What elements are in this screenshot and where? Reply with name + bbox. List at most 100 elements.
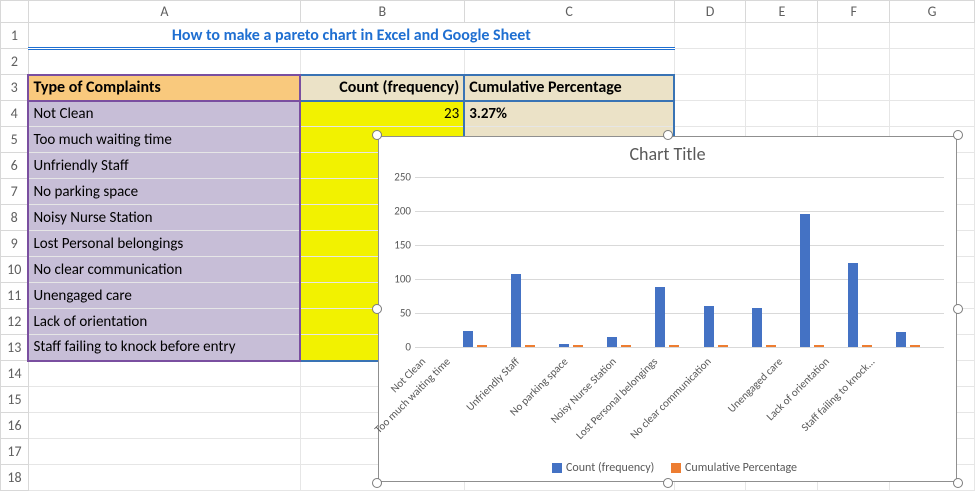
resize-handle-tl[interactable] bbox=[372, 130, 382, 140]
bar-count[interactable] bbox=[896, 332, 906, 347]
col-header-C[interactable]: C bbox=[464, 1, 674, 23]
row-header-15[interactable]: 15 bbox=[1, 387, 29, 413]
cell-A10[interactable]: No clear communication bbox=[28, 257, 300, 283]
cell-F2[interactable] bbox=[818, 49, 890, 75]
row-header-10[interactable]: 10 bbox=[1, 257, 29, 283]
row-header-16[interactable]: 16 bbox=[1, 413, 29, 439]
cell-A6[interactable]: Unfriendly Staff bbox=[28, 153, 300, 179]
bar-cum[interactable] bbox=[573, 345, 583, 347]
row-header-1[interactable]: 1 bbox=[1, 23, 29, 49]
cell-A12[interactable]: Lack of orientation bbox=[28, 309, 300, 335]
cell-A16[interactable] bbox=[28, 413, 300, 439]
resize-handle-ml[interactable] bbox=[372, 304, 382, 314]
resize-handle-bl[interactable] bbox=[372, 478, 382, 488]
cell-C4[interactable]: 3.27% bbox=[464, 101, 674, 127]
bar-count[interactable] bbox=[463, 331, 473, 347]
bar-count[interactable] bbox=[607, 337, 617, 347]
bar-count[interactable] bbox=[800, 214, 810, 347]
cell-A14[interactable] bbox=[28, 361, 300, 387]
cell-A9[interactable]: Lost Personal belongings bbox=[28, 231, 300, 257]
cell-G4[interactable] bbox=[890, 101, 975, 127]
bar-count[interactable] bbox=[559, 344, 569, 347]
resize-handle-mt[interactable] bbox=[663, 130, 673, 140]
row-header-8[interactable]: 8 bbox=[1, 205, 29, 231]
cell-F4[interactable] bbox=[818, 101, 890, 127]
bar-count[interactable] bbox=[511, 274, 521, 347]
cell-G2[interactable] bbox=[890, 49, 975, 75]
row-header-12[interactable]: 12 bbox=[1, 309, 29, 335]
bar-cum[interactable] bbox=[718, 345, 728, 347]
cell-G1[interactable] bbox=[890, 23, 975, 49]
bar-cum[interactable] bbox=[477, 345, 487, 347]
cell-B3[interactable]: Count (frequency) bbox=[300, 75, 464, 101]
sheet-title[interactable]: How to make a pareto chart in Excel and … bbox=[28, 23, 674, 49]
col-header-G[interactable]: G bbox=[890, 1, 975, 23]
cell-A11[interactable]: Unengaged care bbox=[28, 283, 300, 309]
cell-E4[interactable] bbox=[746, 101, 818, 127]
chart-box[interactable]: Chart Title 050100150200250 Not CleanToo… bbox=[378, 136, 957, 482]
row-header-18[interactable]: 18 bbox=[1, 465, 29, 491]
chart-legend[interactable]: Count (frequency) Cumulative Percentage bbox=[379, 461, 956, 475]
row-header-17[interactable]: 17 bbox=[1, 439, 29, 465]
resize-handle-br[interactable] bbox=[953, 478, 963, 488]
col-header-A[interactable]: A bbox=[28, 1, 300, 23]
cell-A4[interactable]: Not Clean bbox=[28, 101, 300, 127]
row-header-4[interactable]: 4 bbox=[1, 101, 29, 127]
bar-count[interactable] bbox=[704, 306, 714, 347]
select-all-corner[interactable] bbox=[1, 1, 29, 23]
cell-E1[interactable] bbox=[746, 23, 818, 49]
cell-D3[interactable] bbox=[674, 75, 746, 101]
bar-cum[interactable] bbox=[862, 345, 872, 347]
cell-D2[interactable] bbox=[674, 49, 746, 75]
cell-E2[interactable] bbox=[746, 49, 818, 75]
cell-C2[interactable] bbox=[464, 49, 674, 75]
chart-object[interactable]: Chart Title 050100150200250 Not CleanToo… bbox=[370, 128, 965, 490]
cell-B4[interactable]: 23 bbox=[300, 101, 464, 127]
bar-cum[interactable] bbox=[814, 345, 824, 347]
col-header-B[interactable]: B bbox=[300, 1, 464, 23]
cell-A3[interactable]: Type of Complaints bbox=[28, 75, 300, 101]
cell-G3[interactable] bbox=[890, 75, 975, 101]
cell-C3[interactable]: Cumulative Percentage bbox=[464, 75, 674, 101]
row-header-7[interactable]: 7 bbox=[1, 179, 29, 205]
legend-label-count: Count (frequency) bbox=[566, 461, 654, 475]
col-header-F[interactable]: F bbox=[818, 1, 890, 23]
cell-E3[interactable] bbox=[746, 75, 818, 101]
cell-F1[interactable] bbox=[818, 23, 890, 49]
row-header-9[interactable]: 9 bbox=[1, 231, 29, 257]
bar-cum[interactable] bbox=[525, 345, 535, 347]
cell-D1[interactable] bbox=[674, 23, 746, 49]
col-header-E[interactable]: E bbox=[746, 1, 818, 23]
cell-A15[interactable] bbox=[28, 387, 300, 413]
cell-A5[interactable]: Too much waiting time bbox=[28, 127, 300, 153]
resize-handle-mb[interactable] bbox=[663, 478, 673, 488]
cell-A8[interactable]: Noisy Nurse Station bbox=[28, 205, 300, 231]
row-header-6[interactable]: 6 bbox=[1, 153, 29, 179]
bar-cum[interactable] bbox=[621, 345, 631, 347]
row-header-13[interactable]: 13 bbox=[1, 335, 29, 361]
bar-cum[interactable] bbox=[910, 345, 920, 347]
bar-count[interactable] bbox=[752, 308, 762, 347]
cell-A7[interactable]: No parking space bbox=[28, 179, 300, 205]
row-header-3[interactable]: 3 bbox=[1, 75, 29, 101]
cell-F3[interactable] bbox=[818, 75, 890, 101]
chart-title[interactable]: Chart Title bbox=[379, 137, 956, 167]
cell-A13[interactable]: Staff failing to knock before entry bbox=[28, 335, 300, 361]
bar-cum[interactable] bbox=[766, 345, 776, 347]
cell-B2[interactable] bbox=[300, 49, 464, 75]
row-header-2[interactable]: 2 bbox=[1, 49, 29, 75]
bar-count[interactable] bbox=[655, 287, 665, 347]
resize-handle-mr[interactable] bbox=[953, 304, 963, 314]
row-header-11[interactable]: 11 bbox=[1, 283, 29, 309]
cell-A2[interactable] bbox=[28, 49, 300, 75]
cell-D4[interactable] bbox=[674, 101, 746, 127]
chart-plot-area[interactable] bbox=[415, 177, 944, 347]
row-header-5[interactable]: 5 bbox=[1, 127, 29, 153]
cell-A17[interactable] bbox=[28, 439, 300, 465]
row-header-14[interactable]: 14 bbox=[1, 361, 29, 387]
resize-handle-tr[interactable] bbox=[953, 130, 963, 140]
bar-cum[interactable] bbox=[669, 345, 679, 347]
col-header-D[interactable]: D bbox=[674, 1, 746, 23]
bar-count[interactable] bbox=[848, 263, 858, 347]
cell-A18[interactable] bbox=[28, 465, 300, 491]
